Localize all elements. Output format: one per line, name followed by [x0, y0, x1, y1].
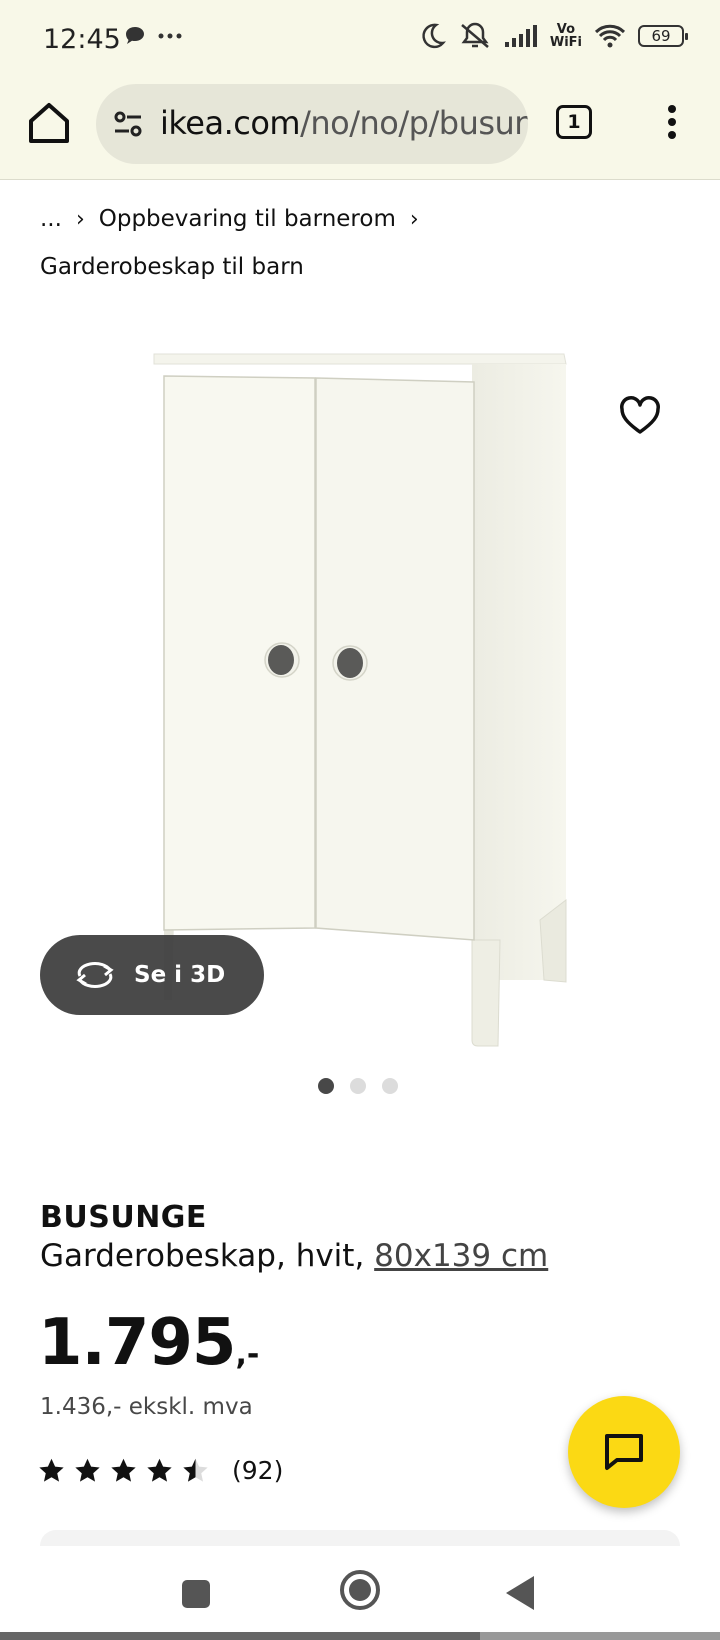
- chat-button[interactable]: [568, 1396, 680, 1508]
- recent-apps-button[interactable]: [182, 1580, 210, 1608]
- breadcrumb-ellipsis[interactable]: ...: [40, 206, 62, 232]
- product-description: Garderobeskap, hvit, 80x139 cm: [40, 1238, 548, 1274]
- breadcrumb-parent[interactable]: Oppbevaring til barnerom: [99, 206, 396, 232]
- tab-switcher-button[interactable]: 1: [556, 105, 592, 139]
- star-full-icon: [111, 1458, 136, 1482]
- wishlist-button[interactable]: [618, 394, 662, 438]
- product-price: 1.795,-: [38, 1306, 259, 1380]
- system-home-button[interactable]: [340, 1570, 380, 1610]
- star-half-icon: [183, 1458, 208, 1482]
- review-count: (92): [232, 1456, 284, 1485]
- breadcrumb-current[interactable]: Garderobeskap til barn: [40, 254, 304, 280]
- carousel-dot[interactable]: [350, 1078, 366, 1094]
- product-rating[interactable]: (92): [38, 1456, 283, 1485]
- carousel-dots: [318, 1078, 398, 1094]
- star-full-icon: [147, 1458, 172, 1482]
- heart-icon: [620, 396, 660, 434]
- battery-icon: 69: [638, 25, 688, 47]
- site-settings-icon[interactable]: [112, 108, 144, 140]
- wifi-icon: [594, 24, 626, 48]
- browser-home-button[interactable]: [26, 100, 72, 146]
- gesture-bar-highlight: [480, 1632, 720, 1640]
- product-name: BUSUNGE: [40, 1200, 207, 1235]
- vowifi-indicator: Vo WiFi: [550, 23, 582, 49]
- star-full-icon: [39, 1458, 64, 1482]
- carousel-dot[interactable]: [318, 1078, 334, 1094]
- signal-icon: [504, 25, 537, 47]
- more-dots-icon: [158, 33, 182, 39]
- chat-bubble-icon: [126, 27, 144, 44]
- carousel-dot[interactable]: [382, 1078, 398, 1094]
- status-system-icons: Vo WiFi 69: [418, 22, 688, 50]
- status-time: 12:45: [43, 24, 121, 55]
- price-suffix: ,-: [235, 1337, 260, 1372]
- url-path: /no/no/p/busung: [300, 104, 528, 142]
- vowifi-bottom: WiFi: [549, 35, 582, 50]
- rotate-3d-icon: [76, 962, 114, 988]
- star-full-icon: [75, 1458, 100, 1482]
- menu-dot-icon: [668, 105, 676, 113]
- chevron-right-icon: ›: [75, 206, 85, 232]
- mute-icon: [461, 22, 489, 48]
- view-in-3d-label: Se i 3D: [134, 962, 226, 988]
- chevron-right-icon: ›: [409, 206, 419, 232]
- view-in-3d-button[interactable]: Se i 3D: [40, 935, 264, 1015]
- address-bar[interactable]: ikea.com/no/no/p/busung: [96, 84, 528, 164]
- url-text[interactable]: ikea.com/no/no/p/busung: [160, 104, 528, 142]
- home-icon: [29, 103, 69, 143]
- price-value: 1.795: [38, 1306, 236, 1380]
- system-nav-bar: [0, 1546, 720, 1640]
- menu-dot-icon: [668, 118, 676, 126]
- browser-toolbar: ikea.com/no/no/p/busung 1: [0, 78, 720, 180]
- url-domain: ikea.com: [160, 104, 301, 142]
- status-notification-icons: [124, 26, 182, 46]
- back-button[interactable]: [506, 1576, 534, 1610]
- menu-dot-icon: [668, 131, 676, 139]
- breadcrumb: ... › Oppbevaring til barnerom ›: [40, 206, 419, 232]
- browser-menu-button[interactable]: [660, 102, 684, 144]
- product-size-link[interactable]: 80x139 cm: [374, 1238, 548, 1274]
- status-bar: 12:45 Vo WiFi 69: [0, 0, 720, 78]
- product-type: Garderobeskap, hvit,: [40, 1238, 365, 1274]
- price-excl-vat: 1.436,- ekskl. mva: [40, 1394, 253, 1420]
- chat-icon: [605, 1434, 643, 1470]
- moon-icon: [422, 23, 446, 49]
